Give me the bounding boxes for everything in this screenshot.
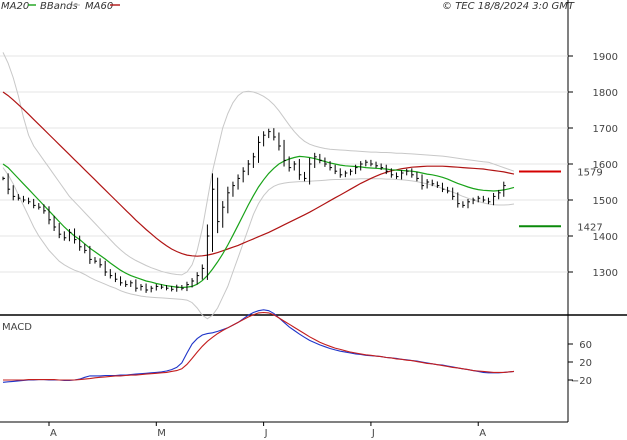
timestamp: © TEC 18/8/2024 3:0 GMT bbox=[442, 1, 575, 12]
time-tick-label-A: A bbox=[50, 428, 57, 439]
legend-label-ma60: MA60 bbox=[85, 1, 113, 12]
macd-tick-label: 60 bbox=[579, 340, 592, 351]
time-tick-label-J: J bbox=[264, 428, 268, 439]
time-tick-label-A: A bbox=[479, 428, 486, 439]
time-tick-label-J: J bbox=[371, 428, 375, 439]
macd-tick-label: −20 bbox=[571, 376, 592, 387]
macd-signal-line bbox=[3, 311, 515, 381]
legend-label-ma20: MA20 bbox=[1, 1, 29, 12]
price-tick-label-1900: 1900 bbox=[593, 52, 618, 63]
price-tick-label-1500: 1500 bbox=[593, 196, 618, 207]
macd-panel-title: MACD bbox=[2, 322, 32, 333]
price-tick-label-1400: 1400 bbox=[593, 232, 618, 243]
chart-legend: MA20 BBands MA60 bbox=[1, 1, 120, 12]
price-tick-label-1300: 1300 bbox=[593, 268, 618, 279]
stock-chart: 1300140015001600170018001900 15791427 60… bbox=[0, 0, 627, 439]
macd-tick-label: 20 bbox=[579, 358, 592, 369]
level-label-1579: 1579 bbox=[577, 168, 602, 179]
macd-axis-ticks: 60 20 −20 bbox=[568, 340, 592, 387]
level-label-1427: 1427 bbox=[577, 222, 602, 233]
price-tick-label-1700: 1700 bbox=[593, 124, 618, 135]
price-tick-label-1800: 1800 bbox=[593, 88, 618, 99]
macd-macd-line bbox=[2, 309, 515, 383]
price-axis-ticks: 1300140015001600170018001900 bbox=[568, 52, 618, 279]
macd-series bbox=[2, 309, 515, 383]
time-tick-label-M: M bbox=[157, 428, 166, 439]
time-axis-ticks: AMJJA bbox=[48, 422, 486, 439]
legend-label-bbands: BBands bbox=[40, 1, 78, 12]
